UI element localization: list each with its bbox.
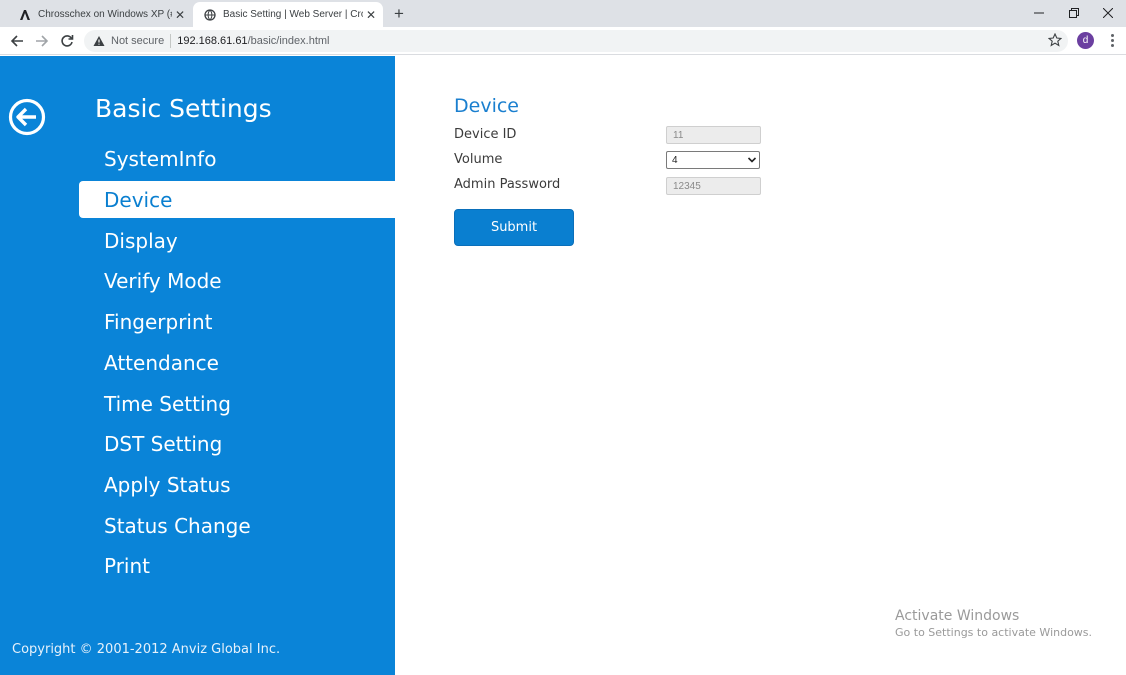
- tab-title: Chrosschex on Windows XP (#12: [38, 9, 172, 20]
- menu-kebab-icon[interactable]: [1104, 32, 1120, 49]
- main-content: Device Device ID 11 Volume 4 Admin Passw…: [395, 56, 1126, 675]
- bookmark-star-icon[interactable]: [1046, 31, 1064, 49]
- back-button[interactable]: [7, 31, 27, 51]
- back-arrow-icon[interactable]: [8, 98, 46, 136]
- chevron-down-icon: [745, 153, 759, 167]
- profile-avatar[interactable]: d: [1077, 32, 1094, 49]
- warning-icon[interactable]: [93, 35, 105, 47]
- arrow-right-icon: [36, 35, 49, 47]
- sidebar-item-print[interactable]: Print: [79, 547, 395, 584]
- close-window-button[interactable]: [1090, 0, 1126, 25]
- sidebar-item-time-setting[interactable]: Time Setting: [79, 385, 395, 422]
- sidebar-item-device[interactable]: Device: [79, 181, 395, 218]
- browser-tab-basic-setting[interactable]: Basic Setting | Web Server | Cross ✕: [193, 2, 383, 27]
- anviz-logo-icon: [18, 8, 32, 22]
- restore-button[interactable]: [1056, 0, 1092, 25]
- sidebar-item-fingerprint[interactable]: Fingerprint: [79, 303, 395, 340]
- watermark-line-1: Activate Windows: [895, 608, 1020, 624]
- watermark-line-2: Go to Settings to activate Windows.: [895, 626, 1093, 639]
- section-title: Device: [454, 95, 519, 117]
- sidebar-item-apply-status[interactable]: Apply Status: [79, 466, 395, 503]
- close-tab-icon[interactable]: ✕: [363, 7, 379, 23]
- url-host: 192.168.61.61: [177, 35, 248, 47]
- browser-tab-crosschex[interactable]: Chrosschex on Windows XP (#12 ✕: [8, 2, 192, 27]
- security-label[interactable]: Not secure: [111, 35, 164, 47]
- volume-selected-value: 4: [672, 154, 678, 166]
- device-id-field[interactable]: 11: [666, 126, 761, 144]
- address-divider: [170, 34, 172, 48]
- sidebar-title: Basic Settings: [95, 94, 272, 123]
- volume-label: Volume: [454, 152, 503, 167]
- sidebar: Basic Settings SystemInfo Device Display…: [0, 56, 395, 675]
- sidebar-item-display[interactable]: Display: [79, 222, 395, 259]
- reload-button[interactable]: [57, 31, 77, 51]
- restore-icon: [1069, 7, 1079, 18]
- forward-button[interactable]: [32, 31, 52, 51]
- browser-tab-strip: Chrosschex on Windows XP (#12 ✕ Basic Se…: [0, 0, 1126, 27]
- sidebar-item-systeminfo[interactable]: SystemInfo: [79, 140, 395, 177]
- sidebar-item-attendance[interactable]: Attendance: [79, 344, 395, 381]
- activate-windows-watermark: Activate Windows Go to Settings to activ…: [895, 608, 1092, 639]
- new-tab-button[interactable]: +: [389, 4, 409, 24]
- close-icon: [1103, 7, 1113, 18]
- close-tab-icon[interactable]: ✕: [172, 7, 188, 23]
- reload-icon: [61, 35, 74, 47]
- admin-password-label: Admin Password: [454, 177, 561, 192]
- sidebar-item-dst-setting[interactable]: DST Setting: [79, 425, 395, 462]
- tab-title: Basic Setting | Web Server | Cross: [223, 9, 363, 20]
- minimize-icon: [1034, 12, 1044, 13]
- sidebar-item-status-change[interactable]: Status Change: [79, 507, 395, 544]
- browser-toolbar: Not secure 192.168.61.61/basic/index.htm…: [0, 27, 1126, 55]
- address-bar[interactable]: Not secure 192.168.61.61/basic/index.htm…: [84, 30, 1068, 52]
- sidebar-item-verify-mode[interactable]: Verify Mode: [79, 262, 395, 299]
- arrow-left-icon: [10, 35, 23, 47]
- copyright-text: Copyright © 2001-2012 Anviz Global Inc.: [12, 642, 281, 657]
- device-id-label: Device ID: [454, 127, 517, 142]
- url-text[interactable]: 192.168.61.61/basic/index.html: [177, 35, 329, 47]
- admin-password-field[interactable]: 12345: [666, 177, 761, 195]
- submit-button[interactable]: Submit: [454, 209, 574, 246]
- url-path: /basic/index.html: [247, 35, 330, 47]
- globe-icon: [203, 8, 217, 22]
- minimize-button[interactable]: [1021, 0, 1057, 25]
- volume-select[interactable]: 4: [666, 151, 760, 169]
